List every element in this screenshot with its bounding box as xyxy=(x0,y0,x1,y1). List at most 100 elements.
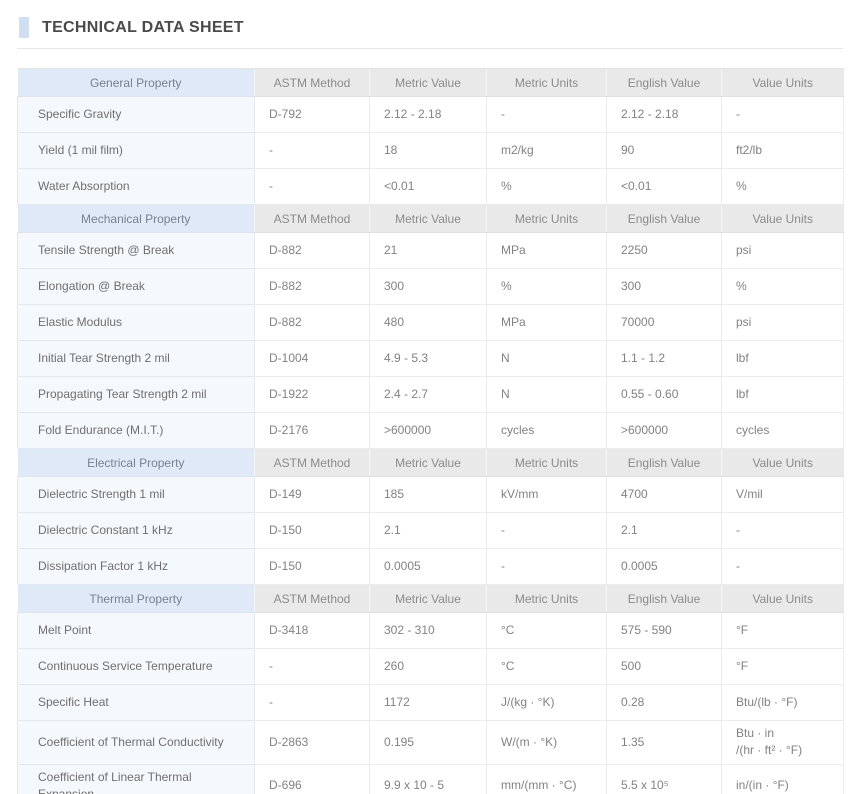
property-value: <0.01 xyxy=(370,169,487,205)
property-value: 90 xyxy=(607,133,722,169)
title-divider xyxy=(17,48,843,49)
property-value: D-882 xyxy=(255,233,370,269)
property-value: N xyxy=(487,377,607,413)
property-value: psi xyxy=(722,233,844,269)
property-value: - xyxy=(487,513,607,549)
property-value: 0.0005 xyxy=(607,549,722,585)
section-title: Thermal Property xyxy=(18,585,255,613)
property-value: 9.9 x 10 - 5 xyxy=(370,764,487,794)
property-value: psi xyxy=(722,305,844,341)
property-value: 4700 xyxy=(607,477,722,513)
column-header: ASTM Method xyxy=(255,205,370,233)
property-value: 300 xyxy=(370,269,487,305)
property-name: Specific Gravity xyxy=(18,97,255,133)
table-row: Melt PointD-3418302 - 310°C575 - 590°F xyxy=(18,613,844,649)
property-value: lbf xyxy=(722,377,844,413)
property-value: D-150 xyxy=(255,549,370,585)
property-value: MPa xyxy=(487,305,607,341)
property-name: Propagating Tear Strength 2 mil xyxy=(18,377,255,413)
section-title: General Property xyxy=(18,69,255,97)
property-value: >600000 xyxy=(607,413,722,449)
property-value: in/(in · °F) xyxy=(722,764,844,794)
property-value: m2/kg xyxy=(487,133,607,169)
section-header-row: Electrical PropertyASTM MethodMetric Val… xyxy=(18,449,844,477)
property-value: 302 - 310 xyxy=(370,613,487,649)
property-value: - xyxy=(487,97,607,133)
property-value: D-150 xyxy=(255,513,370,549)
property-value: mm/(mm · °C) xyxy=(487,764,607,794)
property-name: Dielectric Strength 1 mil xyxy=(18,477,255,513)
table-row: Initial Tear Strength 2 milD-10044.9 - 5… xyxy=(18,341,844,377)
property-name: Melt Point xyxy=(18,613,255,649)
property-value: V/mil xyxy=(722,477,844,513)
column-header: Metric Units xyxy=(487,449,607,477)
property-value: D-882 xyxy=(255,269,370,305)
property-value: D-2176 xyxy=(255,413,370,449)
column-header: English Value xyxy=(607,585,722,613)
property-value: kV/mm xyxy=(487,477,607,513)
property-value: - xyxy=(255,169,370,205)
property-name: Coefficient of Linear Thermal Expansion xyxy=(18,764,255,794)
table-row: Dielectric Strength 1 milD-149185kV/mm47… xyxy=(18,477,844,513)
property-name: Tensile Strength @ Break xyxy=(18,233,255,269)
property-value: - xyxy=(722,97,844,133)
property-value: % xyxy=(487,169,607,205)
table-row: Coefficient of Thermal ConductivityD-286… xyxy=(18,721,844,765)
property-value: lbf xyxy=(722,341,844,377)
column-header: English Value xyxy=(607,69,722,97)
property-value: J/(kg · °K) xyxy=(487,685,607,721)
property-name: Dielectric Constant 1 kHz xyxy=(18,513,255,549)
property-name: Elongation @ Break xyxy=(18,269,255,305)
property-value: D-882 xyxy=(255,305,370,341)
property-value: 2.4 - 2.7 xyxy=(370,377,487,413)
property-value: 18 xyxy=(370,133,487,169)
page: TECHNICAL DATA SHEET General PropertyAST… xyxy=(0,0,860,794)
column-header: Value Units xyxy=(722,449,844,477)
property-value: °F xyxy=(722,649,844,685)
property-value: MPa xyxy=(487,233,607,269)
column-header: ASTM Method xyxy=(255,69,370,97)
table-row: Coefficient of Linear Thermal ExpansionD… xyxy=(18,764,844,794)
property-value: 300 xyxy=(607,269,722,305)
column-header: Metric Value xyxy=(370,449,487,477)
table-row: Dielectric Constant 1 kHzD-1502.1-2.1- xyxy=(18,513,844,549)
property-value: 5.5 x 10⁵ xyxy=(607,764,722,794)
table-row: Specific Heat-1172J/(kg · °K)0.28Btu/(lb… xyxy=(18,685,844,721)
property-value: cycles xyxy=(722,413,844,449)
property-value: ft2/lb xyxy=(722,133,844,169)
table-row: Dissipation Factor 1 kHzD-1500.0005-0.00… xyxy=(18,549,844,585)
property-value: 480 xyxy=(370,305,487,341)
property-value: 0.28 xyxy=(607,685,722,721)
property-value: - xyxy=(487,549,607,585)
property-value: 1172 xyxy=(370,685,487,721)
title-marker-icon xyxy=(19,17,29,38)
table-row: Yield (1 mil film)-18m2/kg90ft2/lb xyxy=(18,133,844,169)
property-value: 575 - 590 xyxy=(607,613,722,649)
property-value: 2.12 - 2.18 xyxy=(607,97,722,133)
property-value: - xyxy=(255,685,370,721)
table-row: Continuous Service Temperature-260°C500°… xyxy=(18,649,844,685)
property-value: 2.12 - 2.18 xyxy=(370,97,487,133)
property-name: Continuous Service Temperature xyxy=(18,649,255,685)
property-value: 4.9 - 5.3 xyxy=(370,341,487,377)
section-header-row: Mechanical PropertyASTM MethodMetric Val… xyxy=(18,205,844,233)
table-row: Propagating Tear Strength 2 milD-19222.4… xyxy=(18,377,844,413)
property-name: Dissipation Factor 1 kHz xyxy=(18,549,255,585)
property-name: Initial Tear Strength 2 mil xyxy=(18,341,255,377)
property-value: 1.1 - 1.2 xyxy=(607,341,722,377)
property-value: 260 xyxy=(370,649,487,685)
property-value: °C xyxy=(487,613,607,649)
table-row: Specific GravityD-7922.12 - 2.18-2.12 - … xyxy=(18,97,844,133)
property-value: 21 xyxy=(370,233,487,269)
column-header: Value Units xyxy=(722,69,844,97)
property-value: D-3418 xyxy=(255,613,370,649)
property-value: 2.1 xyxy=(370,513,487,549)
property-value: % xyxy=(722,269,844,305)
property-value: 0.0005 xyxy=(370,549,487,585)
property-value: 0.55 - 0.60 xyxy=(607,377,722,413)
property-value: D-696 xyxy=(255,764,370,794)
property-name: Specific Heat xyxy=(18,685,255,721)
page-title: TECHNICAL DATA SHEET xyxy=(42,19,244,37)
property-name: Coefficient of Thermal Conductivity xyxy=(18,721,255,765)
section-title: Electrical Property xyxy=(18,449,255,477)
